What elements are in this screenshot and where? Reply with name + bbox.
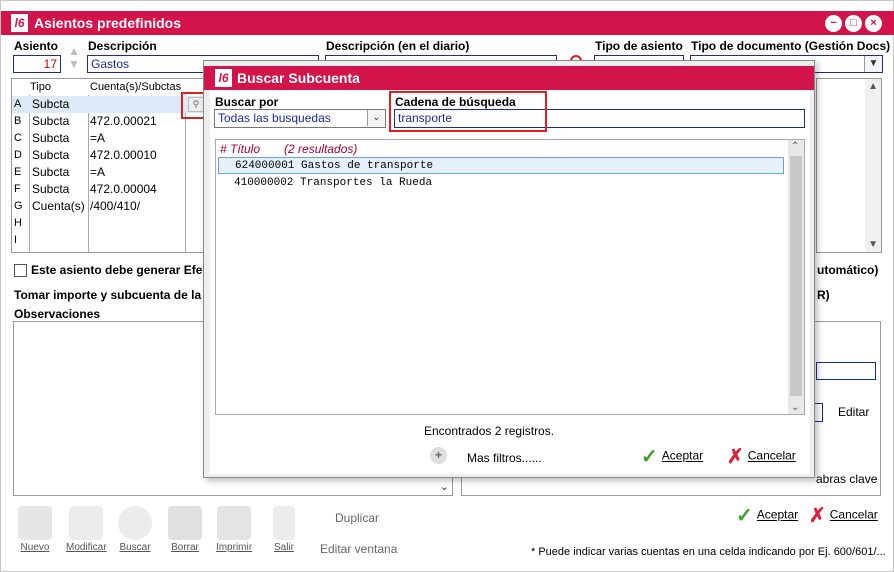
imprimir-button[interactable]: Imprimir bbox=[214, 506, 254, 553]
close-button[interactable]: × bbox=[865, 15, 882, 32]
result-row[interactable]: 410000002 Transportes la Rueda bbox=[218, 175, 784, 192]
buscar-por-select[interactable]: Todas las busquedas ⌄ bbox=[214, 109, 386, 128]
found-count: Encontrados 2 registros. bbox=[424, 424, 555, 438]
window-title: Asientos predefinidos bbox=[34, 15, 182, 31]
results-list: # Título (2 resultados) 624000001 Gastos … bbox=[215, 139, 805, 415]
tomar-label: Tomar importe y subcuenta de la f bbox=[14, 288, 209, 302]
efectos-label: Este asiento debe generar Efec bbox=[31, 263, 210, 277]
grid-row[interactable]: E Subcta =A bbox=[12, 164, 208, 181]
cross-icon: ✗ bbox=[809, 505, 826, 527]
up-down-arrows-icon[interactable]: ▲ ▼ bbox=[67, 45, 81, 73]
efectos-checkbox[interactable] bbox=[14, 264, 27, 277]
trash-icon bbox=[168, 506, 202, 540]
chevron-up-icon[interactable]: ▲ bbox=[868, 81, 878, 92]
chevron-up-icon[interactable]: ⌃ bbox=[791, 141, 799, 152]
modificar-button[interactable]: Modificar bbox=[66, 506, 107, 553]
asiento-label: Asiento bbox=[14, 39, 59, 53]
printer-icon bbox=[217, 506, 251, 540]
buscar-button[interactable]: Buscar bbox=[115, 506, 155, 553]
chevron-down-icon[interactable]: ⌄ bbox=[440, 480, 449, 493]
app-logo: l6 bbox=[215, 69, 232, 87]
right-panel: ▲ ▼ bbox=[816, 78, 882, 253]
grid-row[interactable]: D Subcta 472.0.00010 bbox=[12, 147, 208, 164]
dialog-title: Buscar Subcuenta bbox=[237, 70, 360, 86]
accounts-grid: Tipo Cuenta(s)/Subctas A Subcta B Subcta 47… bbox=[11, 78, 208, 253]
scrollbar[interactable] bbox=[865, 79, 881, 252]
cancelar-button[interactable]: ✗ Cancelar bbox=[809, 503, 878, 528]
dialog-body: Buscar por Todas las busquedas ⌄ Cadena d… bbox=[210, 90, 810, 474]
footer-note: * Puede indicar varias cuentas en una ce… bbox=[531, 546, 886, 558]
chevron-down-icon[interactable]: ▼ bbox=[868, 239, 878, 250]
tipo-doc-label: Tipo de documento (Gestión Docs) bbox=[691, 39, 891, 53]
magnifier-icon bbox=[118, 506, 152, 540]
col-header-tipo: Tipo bbox=[30, 81, 51, 93]
grid-row[interactable]: C Subcta =A bbox=[12, 130, 208, 147]
right-input[interactable] bbox=[816, 362, 876, 380]
col-header-cuentas: Cuenta(s)/Subctas bbox=[90, 81, 182, 93]
grid-row[interactable]: I bbox=[12, 232, 208, 249]
result-row[interactable]: 624000001 Gastos de transporte bbox=[218, 157, 784, 174]
dialog-title-bar: l6 Buscar Subcuenta bbox=[204, 66, 814, 90]
checkmark-icon: ✓ bbox=[641, 446, 658, 468]
chevron-down-icon[interactable]: ⌄ bbox=[791, 402, 799, 413]
title-bar: l6 Asientos predefinidos − □ × bbox=[1, 11, 894, 35]
editar-link[interactable]: Editar bbox=[838, 405, 869, 419]
desc-diario-label: Descripción (en el diario) bbox=[326, 39, 470, 53]
tipo-asiento-label: Tipo de asiento bbox=[595, 39, 683, 53]
dialog-aceptar-button[interactable]: ✓ Aceptar bbox=[641, 444, 703, 469]
aceptar-button[interactable]: ✓ Aceptar bbox=[736, 503, 798, 528]
duplicar-button[interactable]: Duplicar bbox=[335, 511, 379, 525]
pencil-icon bbox=[69, 506, 103, 540]
grid-row[interactable]: H bbox=[12, 215, 208, 232]
chevron-down-icon[interactable]: ▼ bbox=[864, 56, 882, 72]
descripcion-label: Descripción bbox=[88, 39, 157, 53]
scroll-thumb[interactable] bbox=[790, 156, 802, 396]
buscar-por-label: Buscar por bbox=[215, 95, 279, 109]
checkmark-icon: ✓ bbox=[736, 505, 753, 527]
grid-row[interactable]: G Cuenta(s)/400/410/ bbox=[12, 198, 208, 215]
tomar-right-label: R) bbox=[817, 288, 830, 302]
nuevo-button[interactable]: Nuevo bbox=[15, 506, 55, 553]
buscar-subcuenta-dialog: l6 Buscar Subcuenta Buscar por Todas las… bbox=[203, 60, 815, 478]
efectos-right-label: utomático) bbox=[817, 263, 879, 277]
salir-button[interactable]: Salir bbox=[264, 506, 304, 553]
dialog-cancelar-button[interactable]: ✗ Cancelar bbox=[727, 444, 796, 469]
results-scrollbar[interactable]: ⌃ ⌄ bbox=[788, 140, 804, 414]
asiento-input[interactable]: 17 bbox=[13, 55, 61, 73]
grid-row[interactable]: B Subcta 472.0.00021 bbox=[12, 113, 208, 130]
cross-icon: ✗ bbox=[727, 446, 744, 468]
grid-row[interactable]: A Subcta bbox=[12, 96, 208, 113]
app-logo: l6 bbox=[11, 14, 28, 32]
chevron-down-icon[interactable]: ⌄ bbox=[367, 110, 385, 126]
new-document-icon bbox=[18, 506, 52, 540]
observaciones-label: Observaciones bbox=[14, 307, 101, 321]
grid-row[interactable]: F Subcta 472.0.00004 bbox=[12, 181, 208, 198]
maximize-button[interactable]: □ bbox=[845, 15, 862, 32]
highlight-box bbox=[389, 91, 547, 132]
minimize-button[interactable]: − bbox=[825, 15, 842, 32]
results-header: # Título (2 resultados) bbox=[220, 142, 358, 156]
mas-filtros-link[interactable]: Mas filtros...... bbox=[467, 451, 542, 465]
editar-ventana-button[interactable]: Editar ventana bbox=[320, 542, 397, 556]
palabras-clave-label: abras clave bbox=[816, 472, 878, 486]
borrar-button[interactable]: Borrar bbox=[165, 506, 205, 553]
plus-icon[interactable]: + bbox=[430, 447, 447, 464]
door-icon bbox=[273, 506, 295, 540]
